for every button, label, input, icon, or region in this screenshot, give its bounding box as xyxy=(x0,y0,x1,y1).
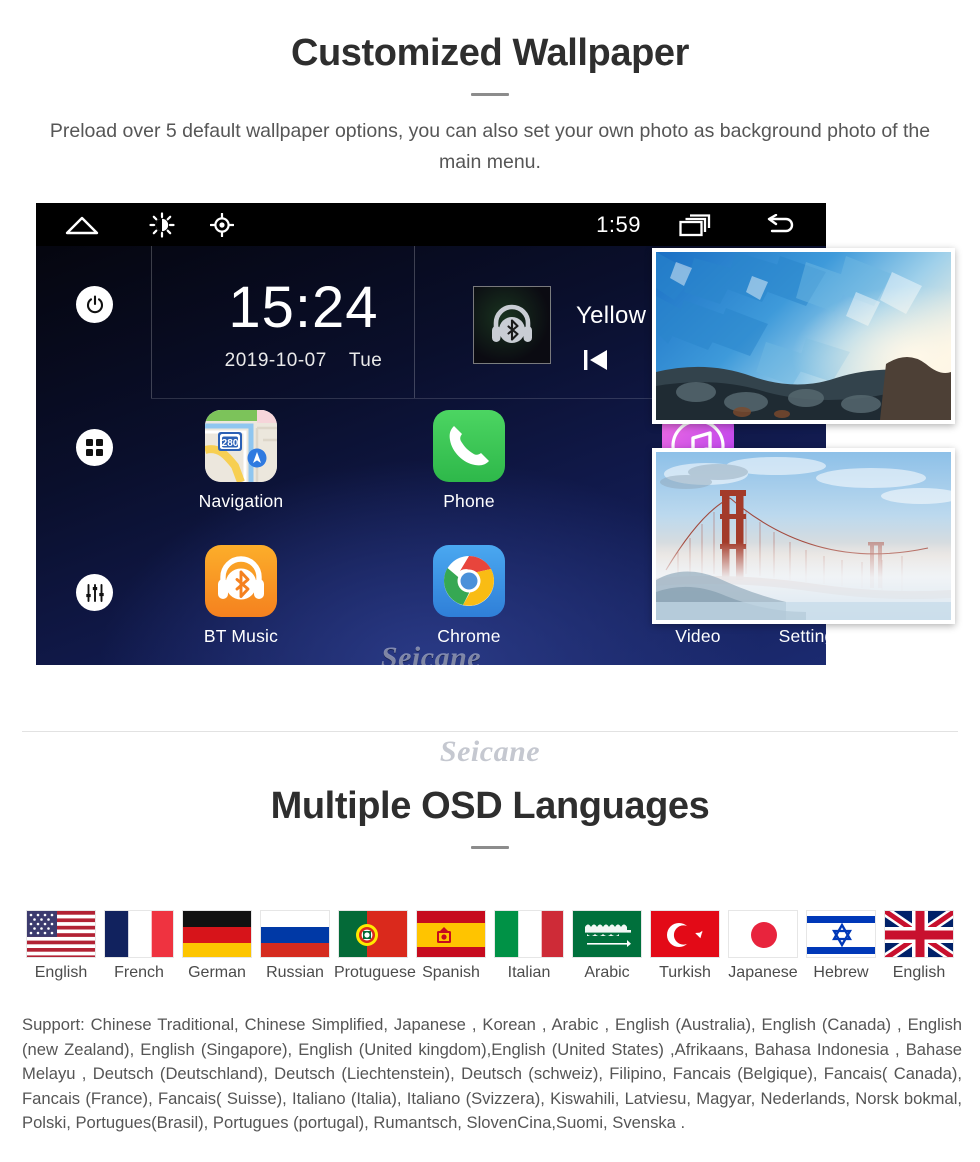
svg-text:280: 280 xyxy=(222,438,239,449)
back-arrow-icon[interactable] xyxy=(754,203,806,246)
wallpaper-section: Customized Wallpaper Preload over 5 defa… xyxy=(0,0,980,178)
flag-portugal-icon xyxy=(338,910,408,958)
equalizer-button[interactable] xyxy=(76,574,113,611)
flag-russia-icon xyxy=(260,910,330,958)
flag-italy-icon xyxy=(494,910,564,958)
flag-label: Protuguese xyxy=(334,964,416,981)
app-navigation[interactable]: 280 Navigation xyxy=(181,410,301,512)
flag-label: German xyxy=(188,964,246,981)
track-title: Yellow xyxy=(576,302,647,329)
ice-cave-wallpaper[interactable] xyxy=(652,248,955,424)
flag-united-kingdom-icon xyxy=(884,910,954,958)
flag-label: Russian xyxy=(266,964,324,981)
home-icon[interactable] xyxy=(56,203,108,246)
flag-label: Japanese xyxy=(728,964,798,981)
chrome-icon xyxy=(433,545,505,617)
app-bt-music[interactable]: BT Music xyxy=(181,545,301,647)
flag-turkey-icon xyxy=(650,910,720,958)
flag-label: Hebrew xyxy=(813,964,869,981)
power-button[interactable] xyxy=(76,286,113,323)
languages-section: Multiple OSD Languages English French Ge… xyxy=(0,785,980,1132)
gps-target-icon[interactable] xyxy=(196,203,248,246)
language-spanish[interactable]: Spanish xyxy=(412,910,490,982)
clock-date: 2019-10-07 Tue xyxy=(196,350,411,372)
language-portuguese[interactable]: Protuguese xyxy=(334,910,416,982)
language-german[interactable]: German xyxy=(178,910,256,982)
flag-germany-icon xyxy=(182,910,252,958)
section-divider xyxy=(22,731,958,732)
language-hebrew[interactable]: Hebrew xyxy=(802,910,880,982)
flag-label: Arabic xyxy=(584,964,630,981)
flag-label: French xyxy=(114,964,164,981)
title-rule xyxy=(471,846,509,849)
all-apps-button[interactable] xyxy=(76,429,113,466)
page-title: Customized Wallpaper xyxy=(290,32,690,74)
stereo-screenshot: 1:59 15:24 2019-10-07 Tue Yellow 280 Nav… xyxy=(0,203,980,673)
flag-label: Spanish xyxy=(422,964,480,981)
album-art[interactable] xyxy=(473,286,551,364)
language-russian[interactable]: Russian xyxy=(256,910,334,982)
clock-date-value: 2019-10-07 xyxy=(224,350,327,371)
flag-france-icon xyxy=(104,910,174,958)
android-status-bar: 1:59 xyxy=(36,203,826,246)
flag-label: Turkish xyxy=(659,964,711,981)
flag-label: Italian xyxy=(507,964,551,981)
clock-weekday: Tue xyxy=(348,350,383,371)
previous-track-icon[interactable] xyxy=(581,346,615,379)
flag-japan-icon xyxy=(728,910,798,958)
flag-usa-icon xyxy=(26,910,96,958)
watermark-languages: Seicane xyxy=(439,735,541,768)
app-label: Phone xyxy=(443,491,495,511)
golden-gate-bridge-wallpaper[interactable] xyxy=(652,448,955,624)
flag-saudi-arabia-icon xyxy=(572,910,642,958)
brightness-icon[interactable] xyxy=(136,203,188,246)
status-time: 1:59 xyxy=(596,211,641,237)
phone-icon xyxy=(433,410,505,482)
language-english-uk[interactable]: English xyxy=(880,910,958,982)
flag-label: English xyxy=(34,964,88,981)
recent-apps-icon[interactable] xyxy=(669,203,721,246)
language-italian[interactable]: Italian xyxy=(490,910,568,982)
title-rule xyxy=(471,93,509,96)
rail-divider xyxy=(151,246,152,398)
app-label: Navigation xyxy=(198,491,284,511)
languages-header: Multiple OSD Languages xyxy=(0,785,980,849)
language-english-us[interactable]: English xyxy=(22,910,100,982)
language-french[interactable]: French xyxy=(100,910,178,982)
maps-icon: 280 xyxy=(205,410,277,482)
wallpaper-subtitle: Preload over 5 default wallpaper options… xyxy=(49,120,931,173)
supported-languages-text: Support: Chinese Traditional, Chinese Si… xyxy=(22,1015,962,1133)
watermark: Seicane xyxy=(380,641,482,665)
left-rail xyxy=(36,246,151,665)
flag-label: English xyxy=(892,964,946,981)
widget-divider xyxy=(414,246,415,398)
language-japanese[interactable]: Japanese xyxy=(724,910,802,982)
language-arabic[interactable]: Arabic xyxy=(568,910,646,982)
languages-title: Multiple OSD Languages xyxy=(270,785,710,827)
flag-spain-icon xyxy=(416,910,486,958)
app-phone[interactable]: Phone xyxy=(409,410,529,512)
flag-israel-icon xyxy=(806,910,876,958)
language-turkish[interactable]: Turkish xyxy=(646,910,724,982)
clock-time: 15:24 xyxy=(228,275,379,340)
flag-list: English French German Russian Protuguese… xyxy=(22,910,958,1006)
bluetooth-music-icon xyxy=(205,545,277,617)
app-chrome[interactable]: Chrome xyxy=(409,545,529,647)
